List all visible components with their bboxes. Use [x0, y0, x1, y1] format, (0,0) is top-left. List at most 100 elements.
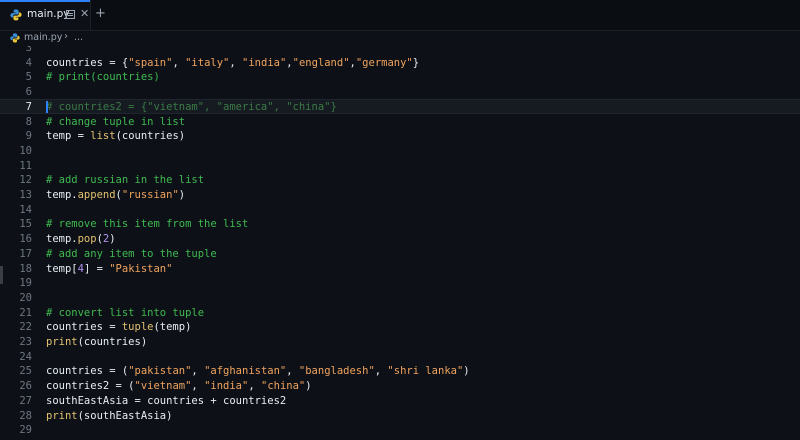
code-token: "spain" — [128, 56, 173, 69]
line-number: 13 — [19, 189, 32, 201]
code-line[interactable]: 23 print(countries) — [0, 335, 800, 350]
code-line[interactable]: 15 # remove this item from the list — [0, 217, 800, 232]
tab-main-py[interactable]: main.py ✕ — [0, 0, 91, 30]
code-token: "afghanistan" — [204, 365, 287, 378]
tab-bar: main.py ✕ + — [0, 0, 800, 31]
code-token: temp. — [46, 189, 78, 201]
close-icon[interactable]: ✕ — [80, 7, 89, 20]
code-line[interactable]: 5 # print(countries) — [0, 70, 800, 85]
code-line[interactable]: 10 — [0, 144, 800, 159]
code-token: temp = — [46, 130, 91, 143]
python-icon — [10, 33, 20, 43]
code-token: southEastAsia = countries + countries2 — [46, 394, 287, 407]
breadcrumb-symbols[interactable]: ... — [74, 32, 83, 43]
code-text[interactable]: print(countries) — [46, 335, 147, 350]
code-line[interactable]: 4 countries = {"spain", "italy", "india",… — [0, 56, 800, 71]
line-number: 20 — [19, 291, 32, 304]
code-token: countries = { — [46, 56, 129, 69]
line-number: 21 — [19, 306, 32, 319]
code-line[interactable]: 6 — [0, 85, 800, 100]
code-text[interactable]: # change tuple in list — [46, 115, 185, 130]
code-token: "vietnam" — [134, 380, 192, 393]
code-line[interactable]: 20 — [0, 291, 800, 306]
code-token: print — [46, 336, 78, 348]
line-number: 19 — [19, 277, 32, 290]
code-line[interactable]: 28 print(southEastAsia) — [0, 409, 800, 424]
code-text[interactable]: countries = tuple(temp) — [46, 320, 191, 335]
code-text[interactable]: temp.pop(2) — [46, 232, 116, 247]
split-editor-icon[interactable] — [66, 10, 75, 19]
line-number: 12 — [19, 174, 32, 187]
code-token: # add russian in the list — [46, 174, 205, 187]
code-line[interactable]: 8 # change tuple in list — [0, 115, 800, 130]
code-line[interactable]: 26 countries2 = ("vietnam", "india", "chi… — [0, 379, 800, 394]
code-text[interactable]: countries = ("pakistan", "afghanistan", … — [46, 364, 470, 379]
code-token: "bangladesh" — [298, 365, 375, 378]
code-line[interactable]: 27 southEastAsia = countries + countries2 — [0, 394, 800, 409]
code-line[interactable]: 21 # convert list into tuple — [0, 306, 800, 321]
code-token: , — [248, 380, 261, 393]
line-number: 26 — [19, 380, 32, 393]
code-token: , — [191, 380, 205, 393]
code-token: # countries2 = {"vietnam", "america", "c… — [46, 100, 337, 113]
code-token: # change tuple in list — [46, 115, 186, 128]
code-token: "germany" — [355, 56, 413, 69]
code-line[interactable]: 22 countries = tuple(temp) — [0, 320, 800, 335]
code-line[interactable]: 11 — [0, 159, 800, 174]
breadcrumb-file[interactable]: main.py — [24, 32, 62, 43]
code-line[interactable]: 18 temp[4] = "Pakistan" — [0, 262, 800, 277]
code-line[interactable]: 12 # add russian in the list — [0, 173, 800, 188]
code-token: "italy" — [185, 56, 230, 69]
code-line[interactable]: 3 — [0, 46, 800, 56]
code-token: "china" — [261, 380, 306, 393]
line-number: 7 — [25, 100, 32, 113]
code-line[interactable]: 24 — [0, 350, 800, 365]
python-icon — [10, 9, 22, 21]
code-line[interactable]: 9 temp = list(countries) — [0, 129, 800, 144]
code-text[interactable]: # print(countries) — [46, 70, 160, 85]
new-tab-icon[interactable]: + — [95, 6, 106, 21]
code-text[interactable]: countries2 = ("vietnam", "india", "china… — [46, 379, 312, 394]
line-number: 16 — [19, 233, 32, 246]
code-line[interactable]: 25 countries = ("pakistan", "afghanistan"… — [0, 364, 800, 379]
code-token: countries = ( — [46, 365, 129, 378]
code-text[interactable]: countries = {"spain", "italy", "india","… — [46, 56, 419, 71]
code-editor[interactable]: 3 4 countries = {"spain", "italy", "india"… — [0, 46, 800, 440]
line-number: 17 — [19, 247, 32, 260]
line-number: 8 — [25, 115, 32, 128]
code-text[interactable]: # remove this item from the list — [46, 217, 248, 232]
line-number: 23 — [19, 336, 32, 348]
code-token: , — [172, 56, 186, 69]
code-line[interactable]: 7 # countries2 = {"vietnam", "america", "… — [0, 100, 800, 115]
code-text[interactable]: # countries2 = {"vietnam", "america", "c… — [46, 100, 337, 115]
code-line[interactable]: 13 temp.append("russian") — [0, 188, 800, 203]
line-number: 4 — [25, 56, 32, 69]
code-line[interactable]: 19 — [0, 276, 800, 291]
code-line[interactable]: 16 temp.pop(2) — [0, 232, 800, 247]
code-text[interactable]: temp = list(countries) — [46, 129, 185, 144]
code-text[interactable]: southEastAsia = countries + countries2 — [46, 394, 286, 409]
code-line[interactable]: 17 # add any item to the tuple — [0, 247, 800, 262]
line-number: 6 — [25, 86, 32, 99]
line-number: 14 — [19, 203, 32, 216]
code-text[interactable]: temp.append("russian") — [46, 188, 185, 203]
code-text[interactable]: # add any item to the tuple — [46, 247, 217, 262]
code-token: ) — [178, 189, 186, 201]
code-text[interactable]: # convert list into tuple — [46, 306, 204, 321]
code-text[interactable]: # add russian in the list — [46, 173, 204, 188]
code-token: append — [77, 189, 116, 201]
code-line[interactable]: 29 — [0, 423, 800, 438]
code-token: "india" — [242, 56, 287, 69]
breadcrumb: main.py › ... — [0, 31, 800, 47]
code-text[interactable]: temp[4] = "Pakistan" — [46, 262, 172, 277]
code-text[interactable]: print(southEastAsia) — [46, 409, 172, 424]
code-token: countries2 = ( — [46, 380, 135, 393]
chevron-right-icon: › — [64, 31, 68, 42]
line-number: 5 — [25, 71, 32, 84]
code-token: "england" — [292, 56, 350, 69]
code-token: (temp) — [153, 321, 192, 334]
code-line[interactable]: 14 — [0, 203, 800, 218]
active-tab-indicator — [0, 0, 90, 2]
code-token: ) — [305, 380, 312, 393]
line-number: 24 — [19, 350, 32, 363]
